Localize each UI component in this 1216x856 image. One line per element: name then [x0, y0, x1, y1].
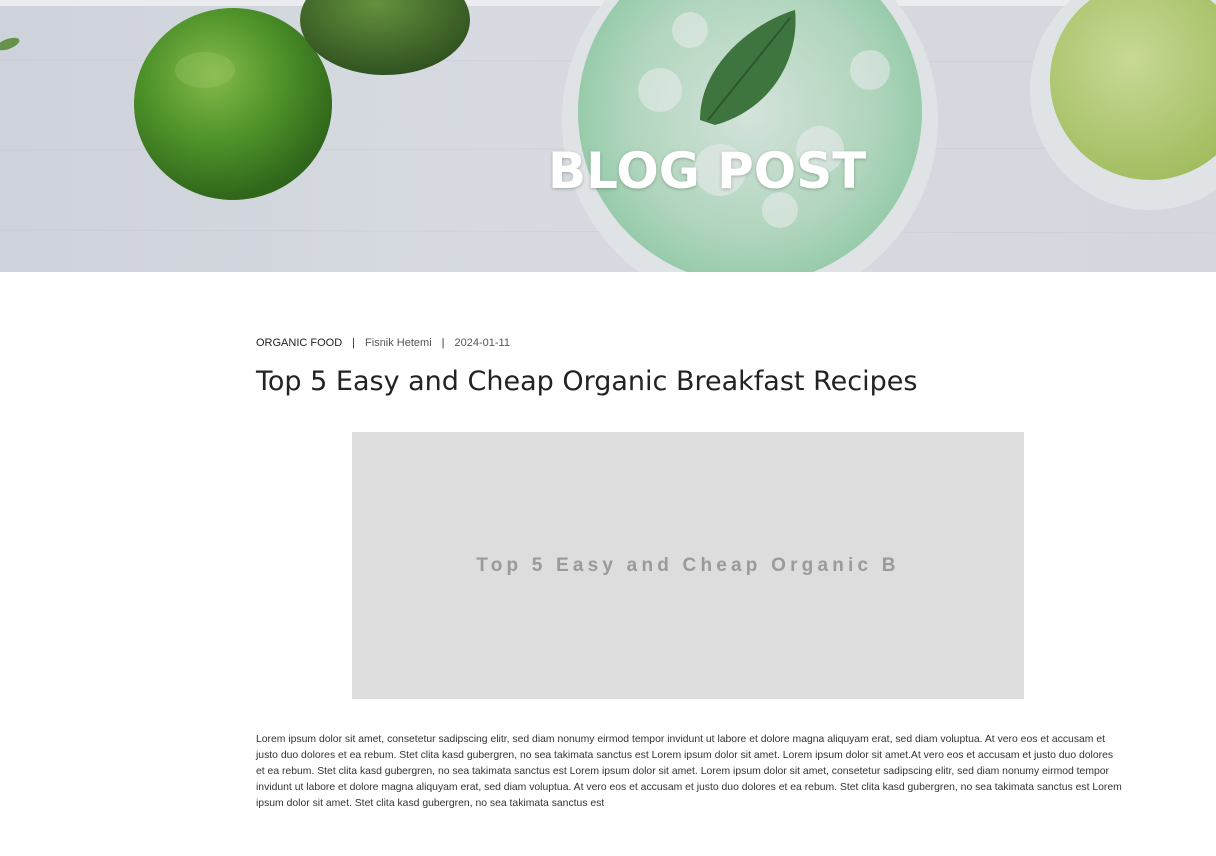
meta-separator: |	[352, 337, 356, 349]
meta-separator: |	[441, 337, 445, 349]
post-image-placeholder-text: Top 5 Easy and Cheap Organic B	[476, 554, 900, 576]
hero-overlay	[0, 0, 1216, 272]
hero-title: BLOG POST	[548, 141, 867, 200]
post-image-placeholder: Top 5 Easy and Cheap Organic B	[352, 432, 1024, 699]
post-category[interactable]: ORGANIC FOOD	[256, 337, 342, 349]
hero-banner: BLOG POST	[0, 0, 1216, 272]
post-author[interactable]: Fisnik Hetemi	[365, 337, 432, 349]
post-body: Lorem ipsum dolor sit amet, consetetur s…	[256, 734, 1122, 809]
post-date: 2024-01-11	[454, 337, 510, 349]
post-meta: ORGANIC FOOD | Fisnik Hetemi | 2024-01-11	[256, 337, 510, 349]
post-title: Top 5 Easy and Cheap Organic Breakfast R…	[256, 366, 918, 397]
